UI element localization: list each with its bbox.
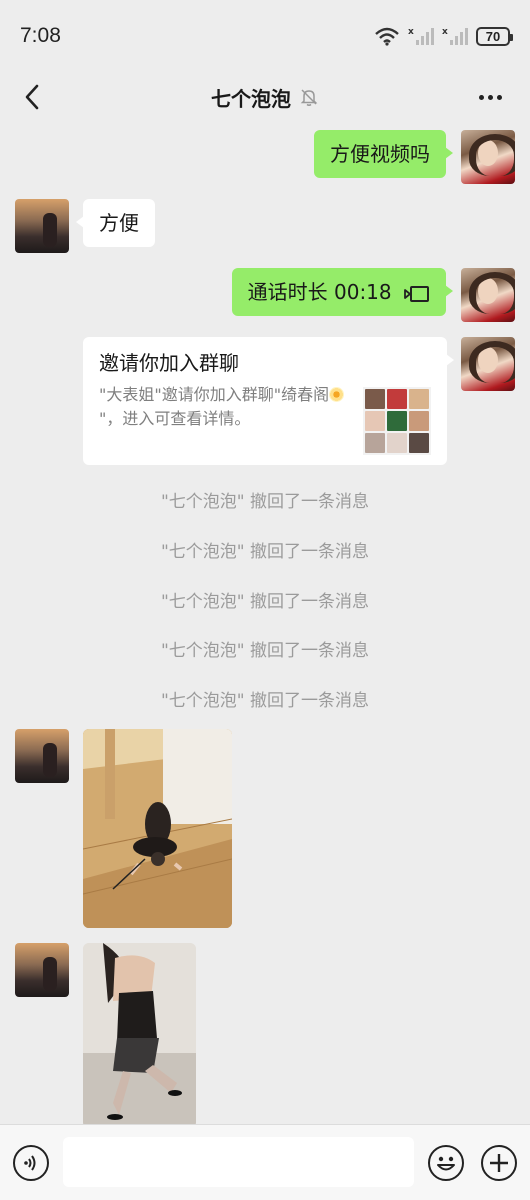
photo-image — [83, 943, 196, 1128]
more-dot — [496, 94, 502, 100]
message-text: 方便视频吗 — [330, 142, 430, 166]
header-title-wrap: 七个泡泡 — [211, 83, 319, 112]
contact-avatar[interactable] — [15, 199, 69, 253]
group-member-avatar — [409, 433, 429, 453]
contact-avatar[interactable] — [15, 943, 69, 997]
plus-icon — [490, 1154, 508, 1172]
smile-icon — [437, 1156, 455, 1171]
my-avatar[interactable] — [461, 268, 515, 322]
contact-avatar[interactable] — [15, 729, 69, 783]
emoji-button[interactable] — [428, 1145, 464, 1181]
bell-off-icon — [300, 89, 318, 106]
group-member-avatar — [387, 389, 407, 409]
signal-icon: x — [408, 27, 434, 45]
more-dot — [478, 94, 484, 100]
recall-notice: "七个泡泡" 撤回了一条消息 — [160, 492, 370, 512]
photo-message[interactable] — [83, 729, 232, 928]
group-avatar-grid — [363, 387, 431, 455]
recall-notice: "七个泡泡" 撤回了一条消息 — [160, 641, 370, 661]
battery-icon: 70 — [476, 26, 513, 46]
group-member-avatar — [365, 433, 385, 453]
invite-desc-text: "大表姐"邀请你加入群聊"绮春阁 — [99, 385, 330, 404]
group-member-avatar — [409, 411, 429, 431]
message-input[interactable] — [63, 1137, 414, 1187]
sent-message-bubble[interactable]: 方便视频吗 — [314, 130, 453, 178]
recall-notice: "七个泡泡" 撤回了一条消息 — [160, 592, 370, 612]
my-avatar[interactable] — [461, 130, 515, 184]
battery-level: 70 — [485, 28, 501, 44]
flower-emoji-icon — [329, 387, 345, 402]
photo-image — [83, 729, 232, 928]
voice-icon — [24, 1155, 36, 1171]
plus-button[interactable] — [481, 1145, 517, 1181]
recall-notice: "七个泡泡" 撤回了一条消息 — [160, 691, 370, 711]
status-time: 7:08 — [20, 24, 61, 47]
photo-message[interactable] — [83, 943, 196, 1128]
group-member-avatar — [387, 411, 407, 431]
call-duration-text: 通话时长 00:18 — [247, 280, 392, 304]
invite-desc-text-2: "，进入可查看详情。 — [99, 409, 251, 428]
input-bar — [0, 1124, 530, 1200]
more-dot — [487, 94, 493, 100]
chevron-left-icon — [25, 84, 39, 110]
invite-description: "大表姐"邀请你加入群聊"绮春阁 "，进入可查看详情。 — [99, 383, 349, 431]
chat-header: 七个泡泡 — [0, 72, 530, 122]
message-text: 方便 — [99, 211, 139, 235]
received-message-bubble[interactable]: 方便 — [76, 199, 155, 247]
more-button[interactable] — [470, 80, 510, 114]
group-member-avatar — [409, 389, 429, 409]
signal-icon-2: x — [442, 27, 468, 45]
group-invite-card[interactable]: 邀请你加入群聊 "大表姐"邀请你加入群聊"绮春阁 "，进入可查看详情。 — [83, 337, 454, 465]
chat-title: 七个泡泡 — [211, 86, 291, 111]
voice-button[interactable] — [13, 1145, 49, 1181]
call-duration-bubble[interactable]: 通话时长 00:18 — [231, 268, 454, 316]
group-member-avatar — [365, 411, 385, 431]
group-member-avatar — [365, 389, 385, 409]
group-member-avatar — [387, 433, 407, 453]
back-button[interactable] — [16, 80, 48, 114]
wifi-icon — [375, 27, 399, 46]
my-avatar[interactable] — [461, 337, 515, 391]
svg-text:x: x — [442, 27, 448, 37]
status-bar: 7:08 x x 70 — [0, 0, 530, 72]
invite-title: 邀请你加入群聊 — [99, 351, 239, 375]
video-call-icon — [404, 285, 429, 302]
svg-text:x: x — [408, 27, 414, 37]
status-icons: x x 70 — [374, 26, 513, 46]
recall-notice: "七个泡泡" 撤回了一条消息 — [160, 542, 370, 562]
